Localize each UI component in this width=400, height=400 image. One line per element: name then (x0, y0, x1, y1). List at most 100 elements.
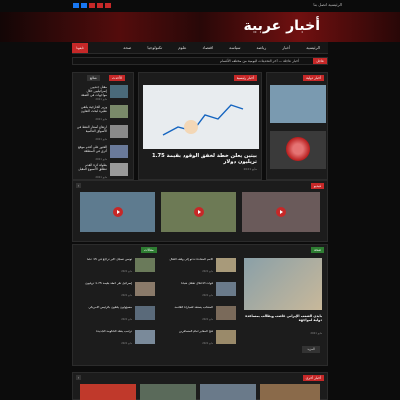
grid-item-title[interactable]: الأمم المتحدة تدعو إلى وقف القتال (161, 258, 213, 269)
tab-popular[interactable]: شائع (87, 75, 100, 81)
headline-date: مايو 2021 (243, 167, 258, 171)
nav-item[interactable]: تكنولوجيا (139, 45, 170, 50)
list-item-date: مايو 2021 (95, 176, 107, 179)
thumbnail (110, 145, 128, 158)
section-title: أخبار أخرى (302, 375, 324, 381)
grid-item[interactable]: إسرائيل تقر خطة بقيمة 1.75 تريليون مايو 2… (80, 282, 155, 298)
headline-image[interactable] (143, 85, 259, 149)
nav-item[interactable]: أخبار (274, 45, 298, 50)
youtube-icon[interactable] (97, 3, 103, 8)
play-icon[interactable] (112, 207, 123, 217)
list-item-title[interactable]: العثور على أقدم موقع أثري في المنطقة (76, 145, 107, 157)
youtube-icon[interactable] (89, 3, 95, 8)
list-item[interactable]: العثور على أقدم موقع أثري في المنطقة مايو… (76, 145, 128, 163)
feature-date: مايو 2021 (310, 332, 322, 335)
site-header: أخبار عربية (0, 12, 400, 42)
video-card[interactable] (242, 192, 320, 232)
thumbnail (110, 163, 128, 176)
grid-item-date: مايو 2021 (121, 318, 132, 321)
grid-item-title[interactable]: إسرائيل تقر خطة بقيمة 1.75 تريليون (80, 282, 132, 293)
grid-item-date: مايو 2021 (202, 270, 213, 273)
right-sidebar: أخبار دولية (266, 72, 328, 180)
nav-item[interactable]: الرئيسية (298, 45, 328, 50)
header-background (0, 12, 400, 42)
grid-item-date: مايو 2021 (202, 342, 213, 345)
grid-item-date: مايو 2021 (121, 270, 132, 273)
grid-item-date: مايو 2021 (202, 294, 213, 297)
feature-image[interactable] (244, 258, 322, 310)
grid-item[interactable]: تونس تسجل أكبر تراجع في 15 عاماً مايو 202… (80, 258, 155, 274)
thumbnail (135, 306, 155, 320)
list-item[interactable]: وزير الخارجية يلتقي نظيره لبحث التعاون ما… (76, 105, 128, 123)
news-image[interactable] (270, 85, 326, 123)
thumbnail (216, 330, 236, 344)
list-item-title[interactable]: بطولة كرة القدم تنطلق الأسبوع المقبل (76, 163, 107, 175)
chart-graphic (162, 104, 244, 136)
list-item[interactable]: ارتفاع أسعار النفط في الأسواق العالمية ما… (76, 125, 128, 143)
grid-item[interactable]: ترامب ينتقد الحكومة الجديدة مايو 2021 (80, 330, 155, 346)
nav-item[interactable]: اقتصاد (194, 45, 221, 50)
thumbnail (216, 258, 236, 272)
section-title: أخبار دولية (303, 75, 324, 81)
section-tag: صحة (311, 247, 324, 253)
list-item[interactable]: مقتل جنديين إسرائيليين خلال مواجهات في ا… (76, 85, 128, 103)
grid-item-date: مايو 2021 (202, 318, 213, 321)
section-tag: مقالات (141, 247, 157, 253)
list-item-title[interactable]: وزير الخارجية يلتقي نظيره لبحث التعاون (76, 105, 107, 117)
prev-arrow-icon[interactable]: ‹ (76, 375, 81, 380)
list-item-title[interactable]: ارتفاع أسعار النفط في الأسواق العالمية (76, 125, 107, 137)
list-item-date: مايو 2021 (95, 158, 107, 161)
top-links[interactable]: الرئيسية اتصل بنا (313, 2, 342, 7)
read-more-button[interactable]: المزيد (302, 346, 320, 353)
thumbnail (110, 105, 128, 118)
news-image[interactable] (270, 131, 326, 169)
social-links (73, 3, 111, 8)
list-item[interactable]: بطولة كرة القدم تنطلق الأسبوع المقبل مايو… (76, 163, 128, 181)
nav-item[interactable]: علوم (170, 45, 194, 50)
list-item-date: مايو 2021 (95, 138, 107, 141)
facebook-icon[interactable] (73, 3, 79, 8)
site-title[interactable]: أخبار عربية (243, 18, 320, 34)
main-featured: أخبار رئيسية بيتين يعلن خطة لخفق الوقود … (138, 72, 262, 180)
grid-item-title[interactable]: المنتخب يستعد للمباراة القادمة (161, 306, 213, 317)
grid-item-title[interactable]: مسؤولون يلتقون بالرئيس الأمريكي (80, 306, 133, 317)
list-item-title[interactable]: مقتل جنديين إسرائيليين خلال مواجهات في ا… (76, 85, 107, 97)
left-sidebar: الأحدث شائع مقتل جنديين إسرائيليين خلال … (72, 72, 134, 180)
bottom-thumb[interactable] (200, 384, 256, 400)
thumbnail (110, 85, 128, 98)
feature-title[interactable]: بايدن الشعب الإيراني غاضب ويطالب بمساعدة… (244, 314, 322, 322)
nav-item[interactable]: سياسة (221, 45, 248, 50)
play-icon[interactable] (276, 207, 286, 217)
grid-item-title[interactable]: فتح المعابر أمام المسافرين (161, 330, 213, 341)
headline-title[interactable]: بيتين يعلن خطة لخفق الوقود بقيمة 1.75 تر… (143, 153, 257, 165)
instagram-icon[interactable] (105, 3, 111, 8)
thumbnail (110, 125, 128, 138)
grid-item[interactable]: الأمم المتحدة تدعو إلى وقف القتال مايو 20… (161, 258, 236, 274)
grid-item-title[interactable]: قوات الاحتلال تعتقل شباناً (161, 282, 213, 293)
follow-button[interactable]: تابعونا (72, 43, 88, 53)
grid-item[interactable]: المنتخب يستعد للمباراة القادمة مايو 2021 (161, 306, 236, 322)
bottom-thumb[interactable] (80, 384, 136, 400)
grid-item[interactable]: مسؤولون يلتقون بالرئيس الأمريكي مايو 2021 (80, 306, 155, 322)
nav-item[interactable]: رياضة (248, 45, 274, 50)
bottom-thumb[interactable] (260, 384, 320, 400)
grid-item[interactable]: قوات الاحتلال تعتقل شباناً مايو 2021 (161, 282, 236, 298)
section-title: أخبار رئيسية (233, 75, 257, 81)
ticker-text[interactable]: أخبار عاجلة — آخر التحديثات اليومية من م… (220, 59, 299, 63)
prev-arrow-icon[interactable]: ‹ (76, 183, 81, 188)
thumbnail (135, 282, 155, 296)
play-icon[interactable] (193, 207, 204, 217)
video-card[interactable] (80, 192, 155, 232)
grid-item-title[interactable]: ترامب ينتقد الحكومة الجديدة (80, 330, 132, 341)
nav-item[interactable]: صحة (115, 45, 139, 50)
thumbnail (216, 306, 236, 320)
list-item-date: مايو 2021 (95, 118, 107, 121)
tab-latest[interactable]: الأحدث (109, 75, 125, 81)
grid-item-title[interactable]: تونس تسجل أكبر تراجع في 15 عاماً (80, 258, 132, 269)
grid-item-date: مايو 2021 (121, 342, 132, 345)
video-card[interactable] (161, 192, 236, 232)
bottom-thumb[interactable] (140, 384, 196, 400)
grid-item[interactable]: فتح المعابر أمام المسافرين مايو 2021 (161, 330, 236, 346)
twitter-icon[interactable] (81, 3, 87, 8)
list-item-date: مايو 2021 (95, 98, 107, 101)
